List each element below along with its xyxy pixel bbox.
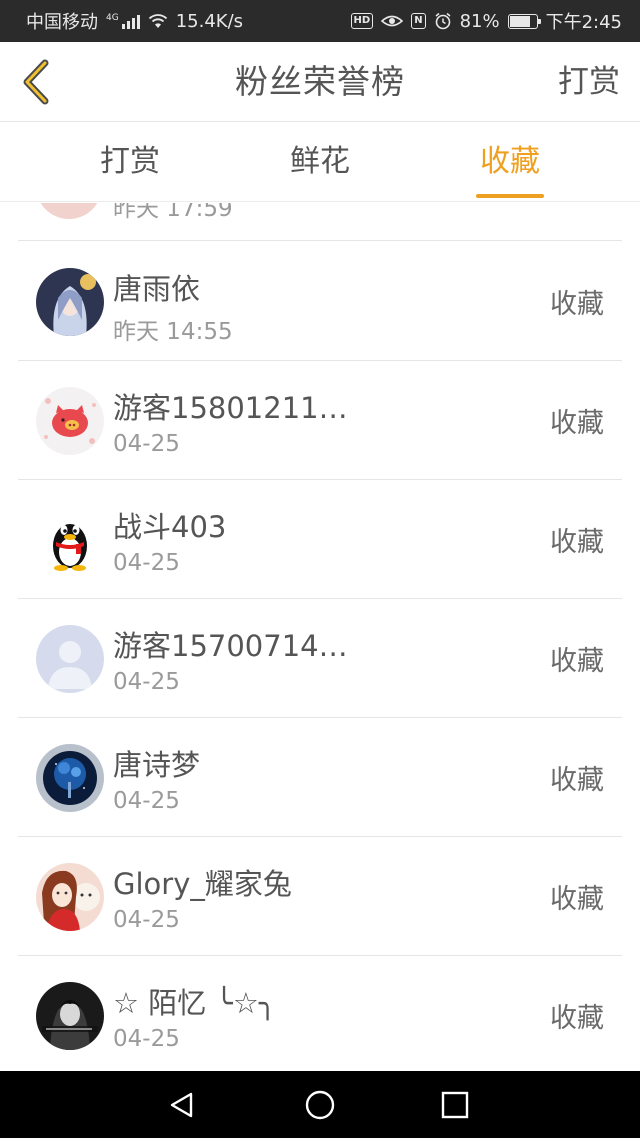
item-time: 昨天 14:55 — [113, 319, 233, 345]
item-action: 收藏 — [550, 527, 604, 558]
top-header: 粉丝荣誉榜 打赏 — [0, 42, 640, 122]
anime-girl-avatar — [36, 268, 104, 336]
list-item[interactable]: 战斗403 04-25 收藏 — [18, 480, 622, 599]
circle-home-icon — [305, 1090, 335, 1119]
list-item[interactable]: Glory_耀家兔 04-25 收藏 — [18, 837, 622, 956]
reward-button[interactable]: 打赏 — [558, 42, 620, 122]
item-action: 收藏 — [550, 1003, 604, 1034]
nfc-icon: N — [411, 13, 426, 29]
network-speed: 15.4K/s — [175, 10, 244, 32]
user-name: 游客15700714… — [113, 629, 348, 663]
item-action: 收藏 — [550, 765, 604, 796]
active-tab-indicator — [476, 194, 544, 198]
nav-home-button[interactable] — [280, 1071, 360, 1138]
system-nav-bar — [0, 1071, 640, 1138]
girl-with-bear-avatar — [36, 863, 104, 931]
network-type: 4G — [106, 13, 119, 23]
list-item-partial[interactable]: 昨天 17:59 — [18, 203, 622, 241]
status-left: 中国移动 4G 15.4K/s — [26, 8, 243, 34]
user-name: 战斗403 — [113, 510, 227, 544]
list-item[interactable]: 唐诗梦 04-25 收藏 — [18, 718, 622, 837]
list-item[interactable]: 唐雨依 昨天 14:55 收藏 — [18, 242, 622, 361]
square-recents-icon — [441, 1091, 469, 1118]
tab-bar: 打赏 鲜花 收藏 — [0, 122, 640, 202]
item-time: 04-25 — [113, 669, 180, 695]
item-time: 04-25 — [113, 788, 180, 814]
user-name: Glory_耀家兔 — [113, 867, 292, 901]
item-time: 04-25 — [113, 550, 180, 576]
item-action: 收藏 — [550, 408, 604, 439]
fan-list[interactable]: 昨天 17:59 唐雨依 昨天 14:55 收藏 游客15801211… 04-… — [0, 203, 640, 1071]
alarm-icon — [435, 12, 451, 30]
item-time: 昨天 17:59 — [113, 203, 233, 222]
status-right: HD N 81% 下午2:45 — [350, 8, 622, 34]
list-item[interactable]: 游客15700714… 04-25 收藏 — [18, 599, 622, 718]
tab-flowers[interactable]: 鲜花 — [250, 122, 390, 202]
user-name: ☆ 陌忆 ╰☆╮ — [113, 986, 277, 1020]
item-time: 04-25 — [113, 907, 180, 933]
user-name: 游客15801211… — [113, 391, 348, 425]
tab-favorites-label: 收藏 — [480, 144, 540, 179]
user-name: 唐雨依 — [113, 272, 201, 306]
tab-favorites[interactable]: 收藏 — [440, 122, 580, 202]
carrier-name: 中国移动 — [26, 12, 98, 33]
nav-back-button[interactable] — [142, 1071, 222, 1138]
list-item[interactable]: ☆ 陌忆 ╰☆╮ 04-25 收藏 — [18, 956, 622, 1071]
list-item[interactable]: 游客15801211… 04-25 收藏 — [18, 361, 622, 480]
battery-percent: 81% — [459, 10, 500, 32]
wifi-icon — [148, 14, 167, 28]
qq-penguin-avatar — [36, 506, 104, 574]
item-action: 收藏 — [550, 884, 604, 915]
avatar — [36, 203, 102, 219]
page-title: 粉丝荣誉榜 — [235, 62, 405, 101]
battery-icon — [507, 13, 541, 29]
blue-tree-avatar — [36, 744, 104, 812]
user-name: 唐诗梦 — [113, 748, 201, 782]
nav-recents-button[interactable] — [415, 1071, 495, 1138]
cellular-signal-icon: 4G — [106, 13, 140, 29]
pink-pig-avatar — [36, 387, 104, 455]
status-bar: 中国移动 4G 15.4K/s HD N 81% 下午2:45 — [0, 0, 640, 42]
default-user-avatar — [36, 625, 104, 693]
item-time: 04-25 — [113, 431, 180, 457]
monochrome-avatar — [36, 982, 104, 1050]
tab-reward[interactable]: 打赏 — [60, 122, 200, 202]
item-time: 04-25 — [113, 1026, 180, 1052]
triangle-back-icon — [170, 1092, 193, 1117]
hd-icon: HD — [350, 13, 374, 29]
eye-comfort-icon — [381, 15, 404, 27]
item-action: 收藏 — [550, 646, 604, 677]
clock: 下午2:45 — [545, 12, 622, 33]
item-action: 收藏 — [550, 289, 604, 320]
